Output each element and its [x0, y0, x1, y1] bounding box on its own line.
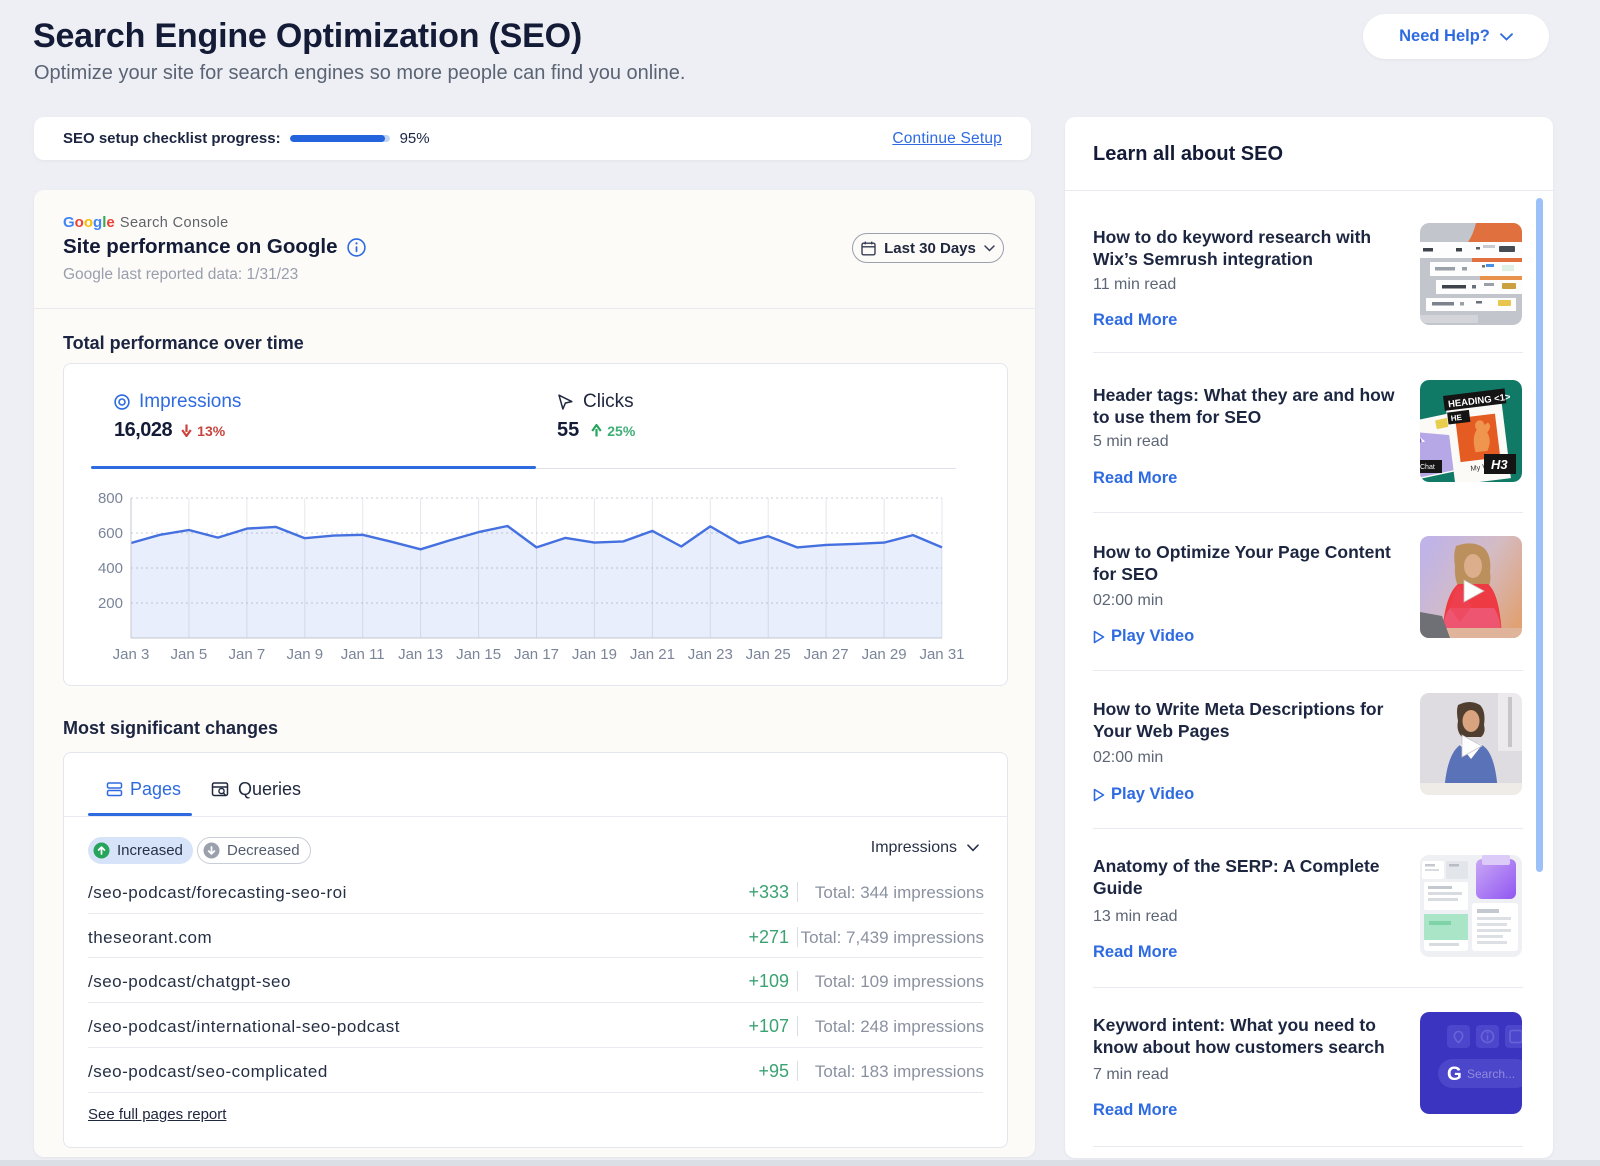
svg-text:Search...: Search... — [1467, 1067, 1515, 1081]
svg-text:G: G — [1447, 1064, 1462, 1085]
svg-text:Jan 27: Jan 27 — [804, 646, 849, 663]
svg-text:400: 400 — [98, 560, 123, 577]
svg-text:200: 200 — [98, 595, 123, 612]
svg-text:HE: HE — [1450, 413, 1463, 423]
svg-text:Chat: Chat — [1420, 464, 1435, 471]
svg-text:Jan 21: Jan 21 — [630, 646, 675, 663]
svg-text:Jan 13: Jan 13 — [398, 646, 443, 663]
svg-text:Jan 5: Jan 5 — [171, 646, 208, 663]
svg-text:H3: H3 — [1491, 457, 1508, 472]
svg-text:Jan 11: Jan 11 — [341, 646, 385, 663]
svg-text:Jan 29: Jan 29 — [862, 646, 907, 663]
svg-text:Jan 7: Jan 7 — [229, 646, 266, 663]
svg-text:Jan 31: Jan 31 — [919, 646, 964, 663]
svg-text:Jan 9: Jan 9 — [286, 646, 323, 663]
svg-text:Jan 23: Jan 23 — [688, 646, 733, 663]
svg-text:600: 600 — [98, 525, 123, 542]
svg-text:Jan 3: Jan 3 — [113, 646, 150, 663]
svg-text:Jan 19: Jan 19 — [572, 646, 617, 663]
svg-text:800: 800 — [98, 490, 123, 507]
svg-text:Jan 17: Jan 17 — [514, 646, 559, 663]
svg-text:Jan 25: Jan 25 — [746, 646, 791, 663]
svg-text:Jan 15: Jan 15 — [456, 646, 501, 663]
